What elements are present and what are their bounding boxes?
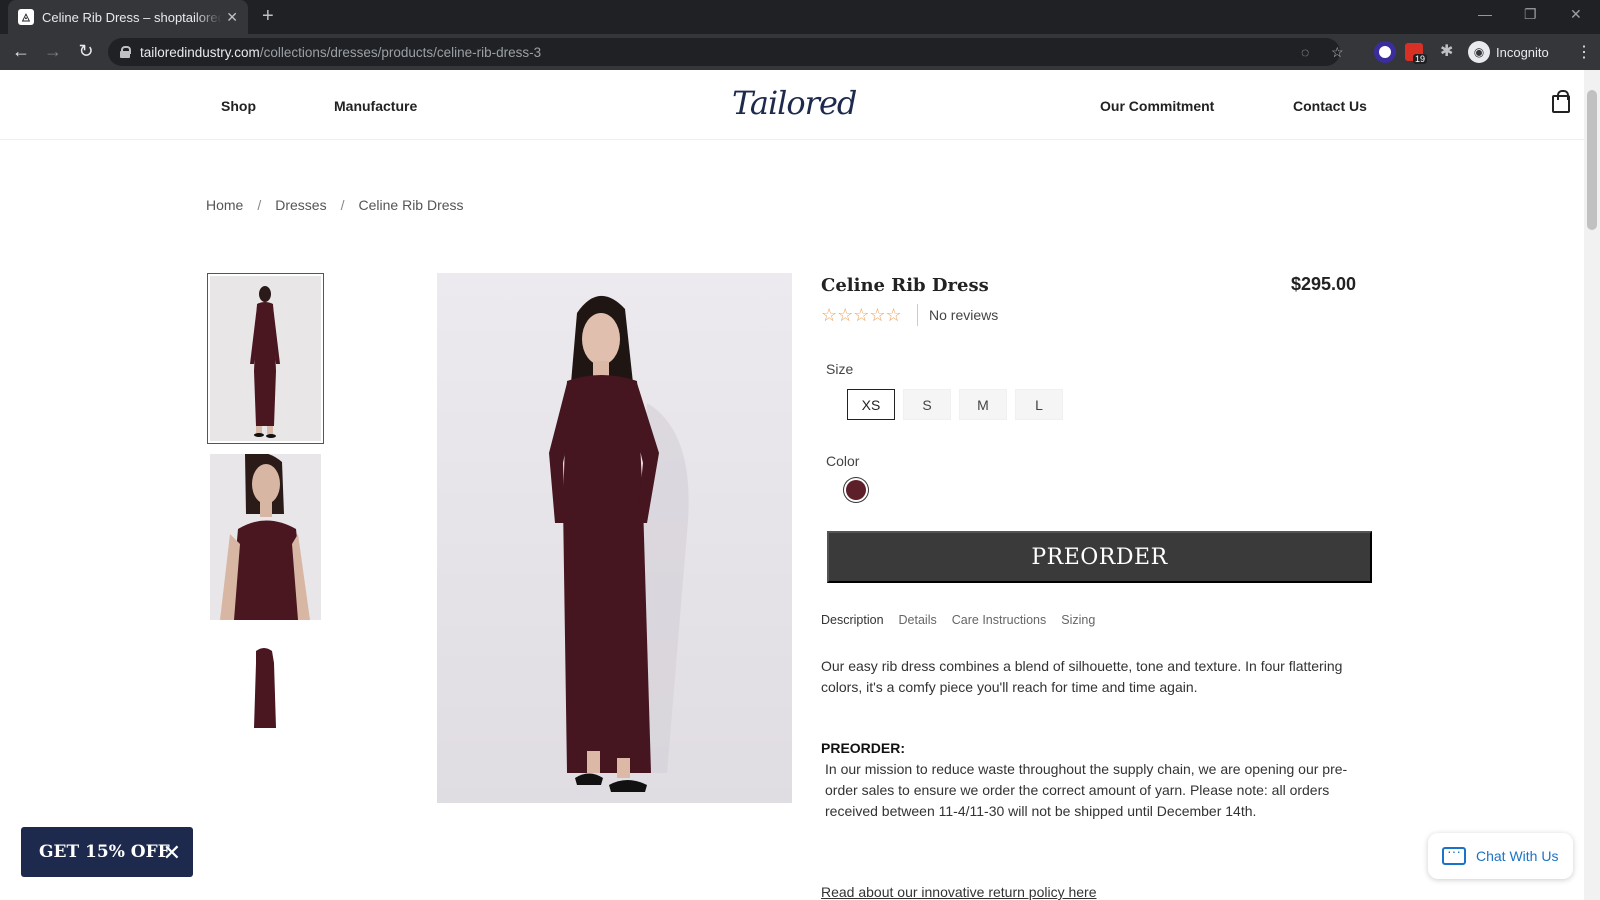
main-product-image[interactable] bbox=[437, 273, 792, 803]
thumbnail-side[interactable] bbox=[210, 454, 321, 620]
product-price: $295.00 bbox=[1291, 274, 1357, 294]
reviews-count[interactable]: No reviews bbox=[929, 307, 998, 323]
minimize-icon[interactable]: — bbox=[1478, 6, 1492, 22]
close-window-icon[interactable]: ✕ bbox=[1570, 6, 1582, 23]
forward-arrow-icon[interactable]: → bbox=[42, 41, 64, 62]
review-divider bbox=[917, 304, 918, 326]
url-path: /collections/dresses/products/celine-rib… bbox=[259, 44, 542, 60]
favicon-icon: ◬ bbox=[18, 9, 34, 25]
new-tab-plus-icon[interactable]: + bbox=[262, 5, 274, 28]
return-policy-link[interactable]: Read about our innovative return policy … bbox=[821, 884, 1097, 900]
chat-bubble-icon bbox=[1442, 843, 1466, 865]
size-option-l[interactable]: L bbox=[1015, 389, 1063, 420]
tab-care-instructions[interactable]: Care Instructions bbox=[952, 613, 1046, 627]
tab-close-icon[interactable]: ✕ bbox=[226, 9, 238, 26]
preorder-heading: PREORDER: bbox=[821, 738, 1361, 759]
preorder-heading-text: PREORDER: bbox=[821, 740, 906, 756]
breadcrumb-home[interactable]: Home bbox=[206, 197, 243, 213]
incognito-label: Incognito bbox=[1496, 44, 1549, 60]
preorder-notice: In our mission to reduce waste throughou… bbox=[825, 761, 1348, 819]
tab-description[interactable]: Description bbox=[821, 613, 884, 627]
chat-widget-button[interactable]: Chat With Us bbox=[1428, 833, 1573, 879]
browser-tab[interactable]: ◬ Celine Rib Dress – shoptailoredindustr… bbox=[8, 0, 248, 34]
cart-bag-icon[interactable] bbox=[1552, 90, 1570, 113]
lock-icon bbox=[120, 46, 131, 58]
browser-tab-strip: ◬ Celine Rib Dress – shoptailoredindustr… bbox=[0, 0, 1600, 34]
promo-close-icon[interactable]: ✕ bbox=[163, 840, 181, 866]
nav-contact-us[interactable]: Contact Us bbox=[1293, 98, 1367, 114]
breadcrumb: Home / Dresses / Celine Rib Dress bbox=[206, 197, 464, 213]
breadcrumb-separator: / bbox=[340, 197, 345, 213]
puzzle-extensions-icon[interactable]: ✱ bbox=[1440, 41, 1453, 61]
nav-shop[interactable]: Shop bbox=[221, 98, 256, 114]
back-arrow-icon[interactable]: ← bbox=[10, 41, 32, 62]
nav-our-commitment[interactable]: Our Commitment bbox=[1100, 98, 1214, 114]
rating-stars-icon[interactable]: ☆☆☆☆☆ bbox=[821, 305, 902, 326]
restore-icon[interactable]: ❐ bbox=[1524, 6, 1537, 23]
promo-label: GET 15% OFF bbox=[39, 842, 170, 862]
tab-sizing[interactable]: Sizing bbox=[1061, 613, 1095, 627]
size-option-m[interactable]: M bbox=[959, 389, 1007, 420]
bookmark-star-icon[interactable]: ☆ bbox=[1331, 44, 1344, 61]
reload-icon[interactable]: ↻ bbox=[75, 41, 97, 62]
thumbnail-front[interactable] bbox=[207, 273, 324, 444]
preorder-button[interactable]: PREORDER bbox=[827, 531, 1372, 583]
breadcrumb-dresses[interactable]: Dresses bbox=[275, 197, 326, 213]
site-header: Shop Manufacture Tailored Our Commitment… bbox=[0, 70, 1584, 140]
color-label: Color bbox=[826, 453, 860, 469]
breadcrumb-current: Celine Rib Dress bbox=[358, 197, 464, 213]
site-logo[interactable]: Tailored bbox=[732, 84, 857, 122]
extension-badge: 19 bbox=[1413, 54, 1428, 64]
incognito-icon: ◉ bbox=[1468, 41, 1490, 63]
product-title: Celine Rib Dress bbox=[821, 275, 989, 296]
incognito-profile[interactable]: ◉ Incognito bbox=[1468, 40, 1549, 64]
size-label: Size bbox=[826, 361, 854, 377]
eye-off-icon[interactable]: ◌ bbox=[1301, 44, 1309, 60]
browser-toolbar: ← → ↻ tailoredindustry.com /collections/… bbox=[0, 34, 1600, 70]
size-option-xs[interactable]: XS bbox=[847, 389, 895, 420]
thumbnail-flat[interactable] bbox=[210, 633, 321, 733]
url-host: tailoredindustry.com bbox=[140, 44, 260, 60]
color-swatch-burgundy[interactable] bbox=[846, 480, 866, 500]
tab-title: Celine Rib Dress – shoptailoredindustry bbox=[42, 9, 222, 25]
product-description: Our easy rib dress combines a blend of s… bbox=[821, 658, 1343, 695]
size-option-s[interactable]: S bbox=[903, 389, 951, 420]
scrollbar-thumb[interactable] bbox=[1587, 90, 1597, 230]
address-bar[interactable]: tailoredindustry.com /collections/dresse… bbox=[108, 38, 1344, 66]
page-scrollbar[interactable] bbox=[1584, 70, 1600, 900]
tab-details[interactable]: Details bbox=[899, 613, 937, 627]
extension-icon[interactable] bbox=[1374, 41, 1396, 63]
nav-manufacture[interactable]: Manufacture bbox=[334, 98, 417, 114]
promo-discount-banner[interactable]: GET 15% OFF ✕ bbox=[21, 827, 193, 877]
chat-label: Chat With Us bbox=[1476, 848, 1559, 864]
product-info-tabs: Description Details Care Instructions Si… bbox=[821, 613, 1095, 627]
breadcrumb-separator: / bbox=[257, 197, 262, 213]
menu-kebab-icon[interactable]: ⋮ bbox=[1576, 42, 1592, 62]
